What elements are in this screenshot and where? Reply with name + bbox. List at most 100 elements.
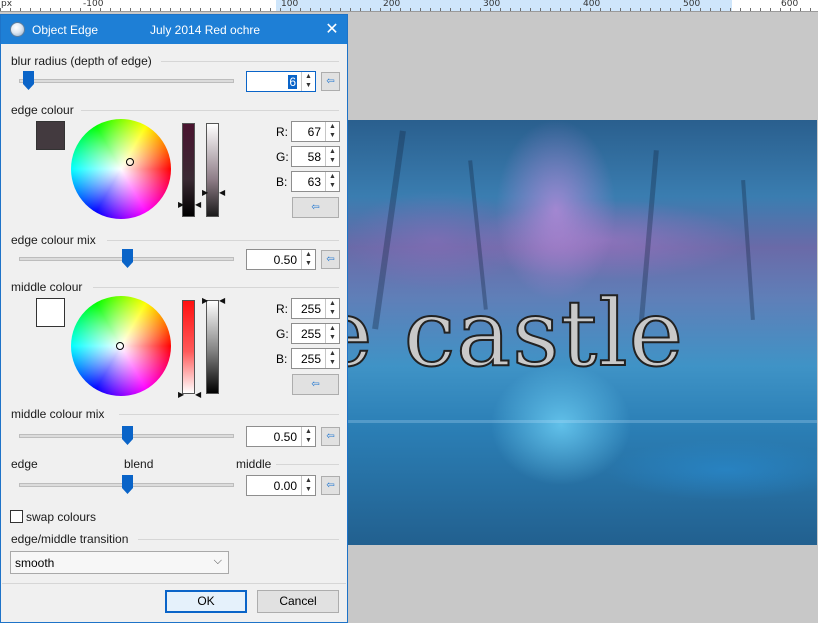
middle-colour-wheel[interactable] [71, 296, 171, 396]
edge-value-marker-icon[interactable]: ▶ [178, 201, 184, 209]
edge-g-spinbox[interactable]: 58 ▲ ▼ [291, 146, 340, 167]
ruler-tick [410, 8, 411, 11]
edge-saturation-marker-icon[interactable]: ▶ [202, 189, 208, 197]
spin-down-icon[interactable]: ▼ [326, 333, 339, 342]
middle-g-spinbox[interactable]: 255 ▲ ▼ [291, 323, 340, 344]
ruler-tick [510, 8, 511, 11]
spin-up-icon[interactable]: ▲ [326, 349, 339, 358]
middle-colour-mix-slider-thumb[interactable] [122, 426, 133, 445]
divider [2, 583, 346, 584]
ruler-tick [220, 8, 221, 11]
ruler-tick [260, 8, 261, 11]
spin-down-icon[interactable]: ▼ [326, 156, 339, 165]
blur-radius-spinbox[interactable]: 6 ▲ ▼ [246, 71, 316, 92]
ruler-tick [400, 8, 401, 11]
middle-r-value: 255 [300, 302, 321, 316]
edge-colour-label: edge colour [11, 103, 74, 117]
spin-down-icon[interactable]: ▼ [326, 131, 339, 140]
ruler-tick [480, 8, 481, 11]
spin-down-icon[interactable]: ▼ [326, 181, 339, 190]
ruler-tick [380, 8, 381, 11]
ruler-tick [370, 8, 371, 11]
spin-up-icon[interactable]: ▲ [302, 250, 315, 259]
ruler-tick [190, 8, 191, 11]
swap-colours-checkbox[interactable] [10, 510, 23, 523]
edge-colour-value-bar[interactable]: ▶ ◀ [178, 123, 201, 217]
middle-colour-reset-button[interactable]: ⇦ [292, 374, 339, 395]
ruler-tick [640, 8, 641, 11]
middle-colour-mix-spinbox[interactable]: 0.50 ▲ ▼ [246, 426, 316, 447]
ruler-tick [660, 8, 661, 11]
spin-down-icon[interactable]: ▼ [326, 308, 339, 317]
spin-down-icon[interactable]: ▼ [326, 358, 339, 367]
swap-colours-label[interactable]: swap colours [26, 510, 96, 524]
edge-colour-wheel[interactable] [71, 119, 171, 219]
spin-up-icon[interactable]: ▲ [302, 476, 315, 485]
edge-colour-reset-button[interactable]: ⇦ [292, 197, 339, 218]
spin-up-icon[interactable]: ▲ [302, 427, 315, 436]
edge-r-spinbox[interactable]: 67 ▲ ▼ [291, 121, 340, 142]
dialog-subtitle: July 2014 Red ochre [150, 23, 261, 37]
ruler-tick [600, 8, 601, 11]
middle-b-value: 255 [300, 352, 321, 366]
spin-up-icon[interactable]: ▲ [326, 324, 339, 333]
edge-colour-saturation-bar[interactable]: ▶ ◀ [202, 123, 225, 217]
edge-b-label: B: [276, 175, 288, 189]
edge-colour-mix-reset-button[interactable]: ⇦ [321, 250, 340, 269]
ruler-tick [390, 8, 391, 11]
blur-radius-slider-track[interactable] [19, 79, 234, 83]
transition-select[interactable]: smooth ⌵ [10, 551, 229, 574]
blur-radius-reset-button[interactable]: ⇦ [321, 72, 340, 91]
middle-colour-mix-reset-button[interactable]: ⇦ [321, 427, 340, 446]
ruler-tick [140, 8, 141, 11]
ok-button[interactable]: OK [165, 590, 247, 613]
ruler-tick [470, 8, 471, 11]
edge-colour-mix-slider-thumb[interactable] [122, 249, 133, 268]
middle-r-spinbox[interactable]: 255 ▲ ▼ [291, 298, 340, 319]
canvas-text-selection[interactable]: e castle [346, 287, 684, 381]
spin-down-icon[interactable]: ▼ [302, 485, 315, 494]
middle-b-spinbox[interactable]: 255 ▲ ▼ [291, 348, 340, 369]
blur-radius-slider-thumb[interactable] [23, 71, 34, 90]
divider [81, 110, 339, 111]
divider [107, 240, 339, 241]
spin-up-icon[interactable]: ▲ [326, 147, 339, 156]
spin-down-icon[interactable]: ▼ [302, 259, 315, 268]
ruler-tick [670, 8, 671, 11]
spin-up-icon[interactable]: ▲ [302, 72, 315, 81]
ruler-tick [50, 8, 51, 11]
ruler-tick [160, 8, 161, 11]
edge-colour-wheel-marker[interactable] [126, 158, 134, 166]
ruler-tick [560, 8, 561, 11]
close-icon[interactable]: ✕ [317, 15, 347, 44]
blend-reset-button[interactable]: ⇦ [321, 476, 340, 495]
middle-value-marker-icon[interactable]: ▶ [178, 391, 184, 399]
horizontal-ruler: px -100 100 200 300 400 500 600 [0, 0, 818, 12]
ruler-tick [340, 8, 341, 11]
edge-b-spinbox[interactable]: 63 ▲ ▼ [291, 171, 340, 192]
ruler-tick [120, 8, 121, 11]
edge-colour-mix-spinbox[interactable]: 0.50 ▲ ▼ [246, 249, 316, 270]
spin-up-icon[interactable]: ▲ [326, 299, 339, 308]
spin-down-icon[interactable]: ▼ [302, 436, 315, 445]
middle-colour-value-bar[interactable]: ▶ ◀ [178, 300, 201, 399]
dialog-titlebar[interactable]: Object Edge July 2014 Red ochre ✕ [1, 15, 347, 44]
ruler-tick [130, 8, 131, 11]
middle-colour-swatch[interactable] [36, 298, 65, 327]
blend-slider-thumb[interactable] [122, 475, 133, 494]
divider [138, 539, 339, 540]
spin-up-icon[interactable]: ▲ [326, 122, 339, 131]
middle-colour-saturation-bar[interactable]: ▶ ◀ [202, 297, 225, 394]
middle-saturation-marker-icon[interactable]: ▶ [202, 297, 208, 305]
ruler-tick-label: 300 [483, 0, 501, 9]
cancel-button[interactable]: Cancel [257, 590, 339, 613]
edge-colour-swatch[interactable] [36, 121, 65, 150]
blend-spinbox[interactable]: 0.00 ▲ ▼ [246, 475, 316, 496]
edge-g-label: G: [276, 150, 289, 164]
transition-selected-value: smooth [15, 556, 55, 570]
spin-down-icon[interactable]: ▼ [302, 81, 315, 90]
middle-g-label: G: [276, 327, 289, 341]
middle-colour-wheel-marker[interactable] [116, 342, 124, 350]
canvas-image[interactable]: e castle [346, 120, 817, 545]
spin-up-icon[interactable]: ▲ [326, 172, 339, 181]
